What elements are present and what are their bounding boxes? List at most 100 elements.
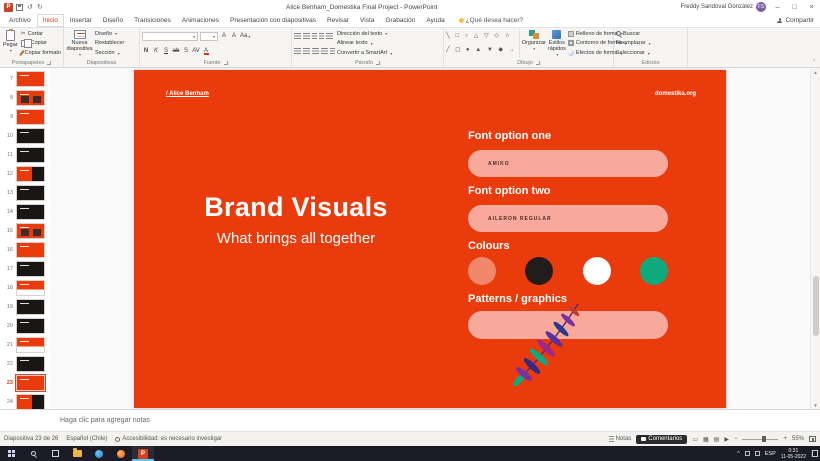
swatch-black[interactable] — [525, 257, 553, 285]
zoom-level[interactable]: 55% — [792, 436, 804, 442]
bold-button[interactable]: N — [142, 46, 150, 55]
slide-thumbnail[interactable]: 17 — [0, 259, 50, 278]
network-icon[interactable] — [745, 451, 750, 456]
tray-expand-icon[interactable]: ^ — [737, 451, 740, 457]
quick-styles-button[interactable]: Estilos rápidos — [548, 29, 566, 58]
clock[interactable]: 0:31 11-05-2022 — [781, 448, 806, 460]
decrease-indent-icon[interactable] — [312, 33, 317, 39]
notes-toggle-button[interactable]: Notas — [609, 436, 632, 442]
slide-thumbnail[interactable]: 18 — [0, 278, 50, 297]
minimize-button[interactable]: – — [769, 0, 786, 14]
edge-button[interactable] — [88, 446, 110, 461]
swatch-white[interactable] — [583, 257, 611, 285]
align-center-icon[interactable] — [303, 48, 310, 54]
slide-thumbnail-panel[interactable]: 7 8 9 10 11 12 13 14 15 16 17 18 19 20 2… — [0, 68, 50, 409]
section-button[interactable]: Sección — [95, 50, 124, 56]
format-painter-button[interactable]: Copiar formato — [21, 50, 61, 56]
shapes-row[interactable]: ╲ □ ○ △ ▽ ◇ ☆ — [446, 33, 517, 40]
zoom-in-icon[interactable]: + — [783, 436, 787, 442]
collapse-ribbon-icon[interactable]: ⌃ — [812, 59, 816, 65]
vertical-scrollbar[interactable]: ▲ ▼ — [810, 68, 820, 409]
accessibility-status[interactable]: Accesibilidad: es necesario investigar — [115, 436, 222, 442]
cut-button[interactable]: ✂Cortar — [21, 31, 61, 37]
tab-ayuda[interactable]: Ayuda — [421, 15, 449, 26]
dialog-launcher-icon[interactable] — [47, 61, 51, 65]
slide-indicator[interactable]: Diapositiva 23 de 26 — [4, 436, 58, 442]
swatch-teal[interactable] — [640, 257, 668, 285]
increase-indent-icon[interactable] — [319, 33, 324, 39]
normal-view-icon[interactable]: ▭ — [692, 436, 698, 443]
columns-icon[interactable] — [330, 48, 335, 54]
notes-pane[interactable]: Haga clic para agregar notas — [0, 409, 820, 431]
tell-me-box[interactable]: ¿Qué desea hacer? — [459, 17, 523, 24]
tab-presentacion[interactable]: Presentación con diapositivas — [225, 15, 321, 26]
underline-button[interactable]: S — [162, 46, 170, 55]
volume-icon[interactable] — [755, 451, 760, 456]
bullets-icon[interactable] — [294, 33, 301, 39]
justify-icon[interactable] — [321, 48, 328, 54]
smartart-button[interactable]: Convertir a SmartArt — [337, 50, 392, 56]
slide-thumbnail[interactable]: 7 — [0, 69, 50, 88]
reset-button[interactable]: Restablecer — [95, 40, 124, 46]
fit-to-window-icon[interactable] — [809, 436, 816, 442]
font-size-combo[interactable] — [200, 32, 218, 41]
dialog-launcher-icon[interactable] — [376, 61, 380, 65]
character-spacing-button[interactable]: AV — [192, 46, 200, 55]
slide-thumbnail[interactable]: 21 — [0, 335, 50, 354]
numbering-icon[interactable] — [303, 33, 310, 39]
task-view-button[interactable] — [44, 446, 66, 461]
scrollbar-thumb[interactable] — [813, 276, 819, 336]
taskbar-search-button[interactable] — [22, 446, 44, 461]
tab-diseno[interactable]: Diseño — [98, 15, 128, 26]
comments-button[interactable]: Comentarios — [636, 435, 687, 444]
slide-thumbnail[interactable]: 16 — [0, 240, 50, 259]
slide-thumbnail[interactable]: 20 — [0, 316, 50, 335]
slide-sorter-view-icon[interactable]: ▦ — [703, 436, 709, 443]
tab-vista[interactable]: Vista — [355, 15, 379, 26]
align-left-icon[interactable] — [294, 48, 301, 54]
font-color-button[interactable]: A — [202, 46, 210, 55]
new-slide-button[interactable]: Nueva diapositiva — [66, 29, 93, 58]
slide-thumbnail[interactable]: 15 — [0, 221, 50, 240]
swatch-salmon[interactable] — [468, 257, 496, 285]
find-button[interactable]: Buscar — [616, 31, 651, 37]
file-explorer-button[interactable] — [66, 446, 88, 461]
arrange-button[interactable]: Organizar — [522, 29, 546, 58]
slide-thumbnail[interactable]: 14 — [0, 202, 50, 221]
start-button[interactable] — [0, 446, 22, 461]
align-right-icon[interactable] — [312, 48, 319, 54]
slide-thumbnail[interactable]: 22 — [0, 354, 50, 373]
firefox-button[interactable] — [110, 446, 132, 461]
maximize-button[interactable]: □ — [786, 0, 803, 14]
undo-icon[interactable]: ↺ — [27, 4, 33, 11]
text-shadow-button[interactable]: S — [182, 46, 190, 55]
slide-thumbnail[interactable]: 10 — [0, 126, 50, 145]
tab-archivo[interactable]: Archivo — [4, 15, 36, 26]
tab-grabacion[interactable]: Grabación — [380, 15, 420, 26]
select-button[interactable]: Seleccionar — [616, 50, 651, 56]
slide-thumbnail[interactable]: 24 — [0, 392, 50, 409]
tab-revisar[interactable]: Revisar — [322, 15, 354, 26]
slideshow-view-icon[interactable]: ▶ — [724, 436, 729, 443]
tab-transiciones[interactable]: Transiciones — [129, 15, 176, 26]
layout-button[interactable]: Diseño — [95, 31, 124, 37]
user-avatar[interactable]: FS — [756, 2, 766, 12]
powerpoint-taskbar-button[interactable]: P — [132, 446, 154, 461]
scroll-down-icon[interactable]: ▼ — [813, 401, 817, 409]
user-name[interactable]: Freddy Sandoval González — [681, 4, 753, 10]
share-button[interactable]: Compartir — [777, 17, 814, 24]
zoom-out-icon[interactable]: − — [734, 436, 738, 442]
zoom-slider[interactable] — [742, 439, 778, 440]
shapes-row[interactable]: ╱ ◻ ● ▲ ▼ ◆ → — [446, 47, 517, 54]
language-indicator[interactable]: Español (Chile) — [66, 436, 107, 442]
shapes-gallery[interactable]: ╲ □ ○ △ ▽ ◇ ☆ ╱ ◻ ● ▲ ▼ ◆ → — [446, 29, 520, 58]
copy-button[interactable]: Copiar — [21, 40, 61, 47]
slide-thumbnail[interactable]: 12 — [0, 164, 50, 183]
scroll-up-icon[interactable]: ▲ — [813, 68, 817, 76]
strikethrough-button[interactable]: ab — [172, 46, 180, 55]
paste-button[interactable]: Pegar — [2, 29, 19, 58]
replace-button[interactable]: Reemplazar — [616, 40, 651, 46]
change-case-button[interactable]: Aa — [240, 32, 250, 41]
reading-view-icon[interactable]: ▤ — [714, 436, 720, 443]
grow-font-button[interactable]: A — [220, 32, 228, 41]
